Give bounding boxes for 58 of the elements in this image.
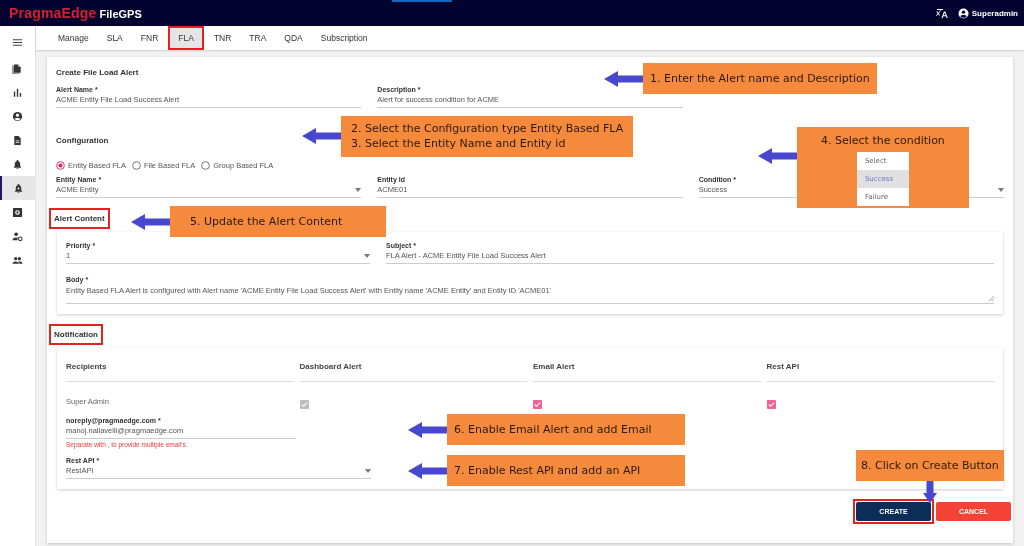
tab[interactable]: FLA [170, 28, 202, 48]
caret-icon [998, 187, 1004, 192]
user-gear-icon[interactable] [12, 230, 23, 242]
tab[interactable]: QDA [276, 28, 311, 48]
document-icon[interactable] [12, 134, 23, 146]
user-name[interactable]: Superadmin [971, 8, 1018, 18]
tab[interactable]: Manage [50, 28, 97, 48]
sidebar-item[interactable] [0, 176, 36, 200]
bar-chart-icon[interactable] [12, 86, 23, 98]
caret-icon [355, 187, 362, 192]
product-name: FileGPS [99, 8, 142, 20]
radio-icon [56, 161, 65, 170]
column-header: Recipients [66, 358, 294, 382]
arrow-icon [302, 128, 341, 145]
arrow-icon [758, 148, 797, 164]
arrow-icon [604, 70, 643, 87]
checkbox[interactable] [766, 397, 776, 406]
radio-icon [201, 161, 211, 170]
form-title: Create File Load Alert [56, 68, 140, 77]
callout-text: 2. Select the Configuration type Entity Based FLA [351, 121, 624, 137]
arrow-icon [408, 462, 447, 479]
brand-logo: PragmaEdge [9, 5, 97, 21]
bell-icon[interactable] [13, 182, 24, 194]
section-heading: Configuration [55, 135, 110, 147]
tab[interactable]: SLA [98, 28, 131, 48]
menu-icon[interactable] [12, 36, 23, 48]
column-header: Email Alert [533, 358, 761, 382]
arrow-icon [408, 421, 447, 438]
checkbox[interactable] [533, 397, 542, 406]
callout-text: 5. Update the Alert Content [190, 214, 343, 230]
files-icon[interactable] [12, 62, 23, 74]
section-heading: Alert Content [53, 213, 106, 225]
callout-text: 3. Select the Entity Name and Entity id [351, 136, 566, 152]
tab[interactable]: Subscription [312, 28, 376, 48]
callout-text: 7. Enable Rest API and add an API [454, 463, 641, 479]
resize-handle-icon[interactable] [988, 295, 994, 301]
arrow-icon [131, 213, 170, 230]
settings-icon[interactable] [12, 206, 23, 218]
tab[interactable]: TNR [205, 28, 240, 48]
callout-text: 1. Enter the Alert name and Description [650, 71, 870, 87]
radio-icon [131, 161, 141, 170]
arrow-icon [922, 481, 937, 504]
top-strip [392, 0, 452, 2]
callout-text: 8. Click on Create Button [861, 458, 999, 474]
tab[interactable]: TRA [241, 28, 275, 48]
tab[interactable]: FNR [132, 28, 167, 48]
column-header: Rest API [766, 358, 994, 382]
account-icon[interactable] [12, 110, 23, 122]
section-heading: Notification [53, 329, 99, 341]
callout-text: 6. Enable Email Alert and add Email [454, 422, 652, 438]
people-icon[interactable] [12, 254, 23, 266]
account-icon[interactable] [957, 7, 969, 19]
caret-icon [364, 253, 370, 258]
translate-icon[interactable] [935, 7, 948, 19]
bell-icon[interactable] [12, 158, 23, 170]
caret-icon [365, 468, 371, 473]
callout-text: 4. Select the condition [821, 133, 945, 149]
column-header: Dashboard Alert [299, 358, 527, 382]
